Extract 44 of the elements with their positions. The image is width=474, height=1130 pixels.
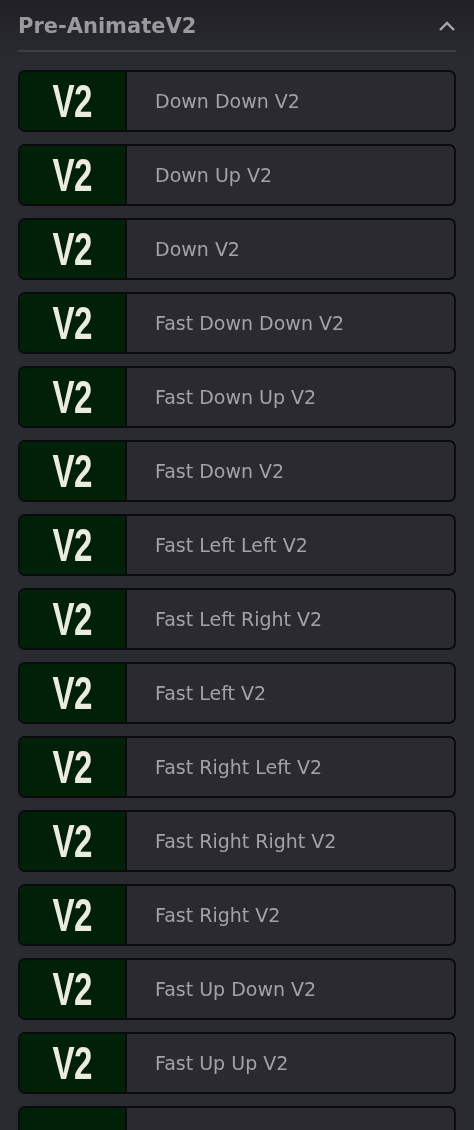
thumbnail-text: V2 [52, 592, 93, 646]
animation-item[interactable]: V2 Down Up V2 [18, 144, 456, 206]
animation-item[interactable]: V2 Fast Down Down V2 [18, 292, 456, 354]
collapse-icon[interactable] [438, 20, 456, 32]
thumbnail-text: V2 [52, 222, 93, 276]
thumbnail-text: V2 [52, 740, 93, 794]
animation-name: Fast Left Left V2 [155, 534, 308, 556]
thumbnail-text: V2 [52, 666, 93, 720]
animation-name: Fast Right Right V2 [155, 830, 337, 852]
animation-item[interactable]: V2 Fast Right Right V2 [18, 810, 456, 872]
thumbnail-text: V2 [52, 814, 93, 868]
thumbnail-text: V2 [52, 296, 93, 350]
animation-name: Down Down V2 [155, 90, 300, 112]
panel-title: Pre-AnimateV2 [18, 14, 197, 38]
animation-name: Fast Down V2 [155, 460, 285, 482]
animation-name: Fast Left Right V2 [155, 608, 323, 630]
animation-item[interactable]: V2 Fast Down Up V2 [18, 366, 456, 428]
animation-name: Fast Down Up V2 [155, 386, 317, 408]
animation-name: Fast Up Up V2 [155, 1052, 289, 1074]
thumbnail-text: V2 [52, 148, 93, 202]
animation-name: Fast Right Left V2 [155, 756, 323, 778]
animation-name: Fast Down Down V2 [155, 312, 345, 334]
thumbnail-text: V2 [52, 888, 93, 942]
animation-name: Fast Left V2 [155, 682, 267, 704]
thumbnail-text: V2 [52, 74, 93, 128]
animation-item[interactable]: V2 Fast Up Up V2 [18, 1032, 456, 1094]
animation-name: Down Up V2 [155, 164, 272, 186]
thumbnail-text: V2 [52, 1036, 93, 1090]
animation-item[interactable]: V2 Down V2 [18, 218, 456, 280]
animation-item[interactable]: V2 Fast Right Left V2 [18, 736, 456, 798]
animation-name: Down V2 [155, 238, 240, 260]
animation-item[interactable]: V2 Fast Up Down V2 [18, 958, 456, 1020]
thumbnail-text: V2 [52, 962, 93, 1016]
thumbnail-text: V2 [52, 370, 93, 424]
animation-item[interactable]: V2 Fast Left V2 [18, 662, 456, 724]
animation-item[interactable]: V2 Down Down V2 [18, 70, 456, 132]
animation-item[interactable]: V2 Fast Down V2 [18, 440, 456, 502]
animation-item[interactable]: V2 Fast Left Left V2 [18, 514, 456, 576]
animation-item[interactable]: V2 Fast Right V2 [18, 884, 456, 946]
thumbnail-text: V2 [52, 518, 93, 572]
animation-item[interactable]: V2 Fast Left Right V2 [18, 588, 456, 650]
animation-name: Fast Up Down V2 [155, 978, 317, 1000]
thumbnail-text: V2 [52, 444, 93, 498]
animation-name: Fast Right V2 [155, 904, 281, 926]
